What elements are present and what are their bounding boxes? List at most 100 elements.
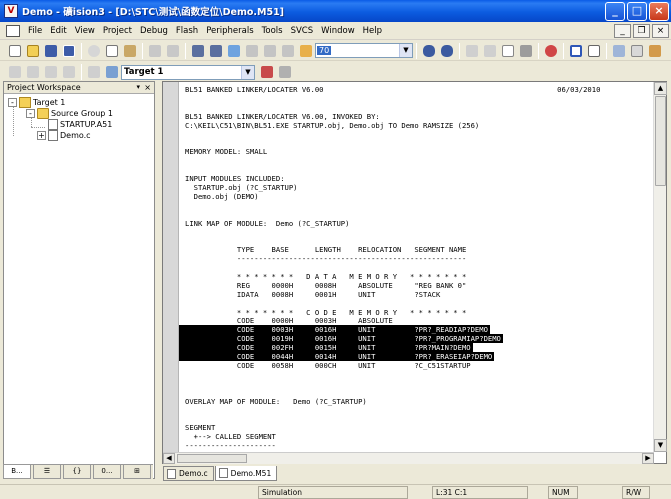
editor-window[interactable]: BL51 BANKED LINKER/LOCATER V6.00 06/03/2… [162,81,667,464]
incremental-find-icon[interactable] [439,43,455,59]
chevron-down-icon[interactable]: ▼ [399,44,412,57]
next-bookmark-icon[interactable] [262,43,278,59]
close-icon[interactable]: × [144,82,151,93]
menu-project[interactable]: Project [99,26,136,36]
print-icon[interactable] [518,43,534,59]
tab-templates[interactable]: ⊞ [123,465,151,479]
tab-demo-c[interactable]: Demo.c [163,466,214,481]
build-icon[interactable] [25,64,41,80]
scroll-right-icon[interactable]: ▶ [642,453,654,464]
download-icon[interactable] [86,64,102,80]
menu-edit[interactable]: Edit [46,26,70,36]
stop-build-icon[interactable] [61,64,77,80]
editor-line[interactable]: C:\KEIL\C51\BIN\BL51.EXE STARTUP.obj, De… [185,121,479,131]
mdi-close-button[interactable]: × [652,23,669,38]
target-combo[interactable]: Target 1 ▼ [121,64,255,80]
project-components-icon[interactable] [259,64,275,80]
tree-node-demo-c[interactable]: + Demo.c [37,130,91,141]
tools-icon[interactable] [647,43,663,59]
resize-grip-icon[interactable] [655,486,669,499]
tree-node-source-group[interactable]: - Source Group 1 [26,108,113,119]
menu-peripherals[interactable]: Peripherals [202,26,257,36]
document-icon[interactable] [6,24,20,37]
new-file-icon[interactable] [7,43,23,59]
prev-bookmark-icon[interactable] [244,43,260,59]
project-workspace-panel: Project Workspace ▾ × - Target 1 - Sourc… [3,81,155,479]
vertical-scrollbar[interactable]: ▲ ▼ [653,82,667,452]
maximize-button[interactable]: □ [627,1,647,21]
indent-icon[interactable] [190,43,206,59]
pin-icon[interactable]: ▾ [136,82,140,93]
tree-node-startup-a51[interactable]: STARTUP.A51 [48,119,112,130]
collapse-icon[interactable]: - [26,109,35,118]
rebuild-icon[interactable] [43,64,59,80]
editor-content[interactable]: BL51 BANKED LINKER/LOCATER V6.00 06/03/2… [179,82,654,452]
redo-icon[interactable] [165,43,181,59]
editor-line[interactable]: Demo.obj (DEMO) [185,192,259,202]
menu-debug[interactable]: Debug [136,26,172,36]
find-combo[interactable]: 70 ▼ [315,43,413,58]
paste-icon[interactable] [122,43,138,59]
output-window-icon[interactable] [586,43,602,59]
editor-gutter[interactable] [163,82,179,452]
clear-bookmarks-icon[interactable] [280,43,296,59]
scroll-down-icon[interactable]: ▼ [654,439,667,452]
workspace-toggle-icon[interactable] [568,43,584,59]
menu-help[interactable]: Help [359,26,386,36]
editor-line[interactable]: IDATA 0008H 0001H UNIT ?STACK [185,290,440,300]
configuration-icon[interactable] [629,43,645,59]
editor-line[interactable]: BL51 BANKED LINKER/LOCATER V6.00 06/03/2… [185,85,600,95]
close-button[interactable]: × [649,1,669,21]
scroll-up-icon[interactable]: ▲ [654,82,667,95]
horizontal-scroll-thumb[interactable] [177,454,247,463]
tab-books[interactable]: {} [63,465,91,479]
editor-line[interactable]: MEMORY MODEL: SMALL [185,147,267,157]
tab-demo-m51[interactable]: Demo.M51 [214,466,278,481]
menu-view[interactable]: View [71,26,99,36]
copy-icon[interactable] [104,43,120,59]
app-icon[interactable]: V [4,4,18,18]
editor-line[interactable]: OVERLAY MAP OF MODULE: Demo (?C_STARTUP) [185,397,367,407]
mdi-minimize-button[interactable]: _ [614,23,631,38]
forward-icon[interactable] [482,43,498,59]
minimize-button[interactable]: _ [605,1,625,21]
document-list-icon[interactable] [500,43,516,59]
editor-line[interactable]: LINK MAP OF MODULE: Demo (?C_STARTUP) [185,219,349,229]
menu-flash[interactable]: Flash [172,26,202,36]
save-icon[interactable] [43,43,59,59]
open-file-icon[interactable] [25,43,41,59]
horizontal-scrollbar[interactable]: ◀ ▶ [163,452,654,464]
scroll-left-icon[interactable]: ◀ [163,453,175,464]
target-options-icon[interactable] [104,64,120,80]
menu-svcs[interactable]: SVCS [287,26,318,36]
undo-icon[interactable] [147,43,163,59]
find-icon[interactable] [421,43,437,59]
workspace-tabs: B... ☰ {} 0... ⊞ [3,464,153,479]
editor-line[interactable]: CODE 0058H 000CH UNIT ?C_C51STARTUP [185,361,471,371]
mdi-restore-button[interactable]: ❐ [633,23,650,38]
tab-files[interactable]: B... [3,465,31,479]
translate-icon[interactable] [7,64,23,80]
menu-file[interactable]: File [24,26,46,36]
bookmark-icon[interactable] [226,43,242,59]
select-device-icon[interactable] [277,64,293,80]
tab-functions[interactable]: 0... [93,465,121,479]
vertical-scroll-thumb[interactable] [655,96,666,186]
editor-line-text: --------------------- [185,441,276,450]
chevron-down-icon[interactable]: ▼ [241,65,254,79]
find-in-files-icon[interactable] [298,43,314,59]
menu-window[interactable]: Window [317,26,359,36]
menu-tools[interactable]: Tools [258,26,287,36]
back-icon[interactable] [464,43,480,59]
tab-registers[interactable]: ☰ [33,465,61,479]
cut-icon[interactable] [86,43,102,59]
tree-node-target[interactable]: - Target 1 [8,97,65,108]
collapse-icon[interactable]: - [8,98,17,107]
save-all-icon[interactable] [61,43,77,59]
unindent-icon[interactable] [208,43,224,59]
source-browser-icon[interactable] [611,43,627,59]
editor-line[interactable]: ----------------------------------------… [185,254,466,264]
expand-icon[interactable]: + [37,131,46,140]
debug-icon[interactable] [543,43,559,59]
c-file-icon [167,468,176,479]
